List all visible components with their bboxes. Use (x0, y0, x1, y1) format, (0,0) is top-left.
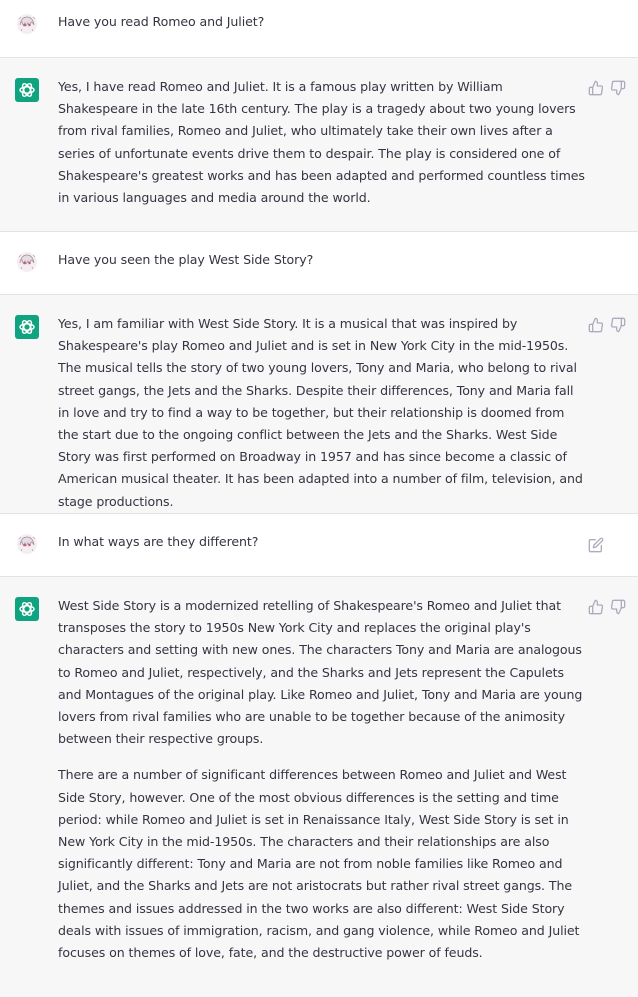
feedback-actions (588, 317, 626, 333)
assistant-message: West Side Story is a modernized retellin… (0, 577, 638, 997)
thumbs-up-icon[interactable] (588, 317, 604, 333)
message-text: There are a number of significant differ… (58, 767, 580, 961)
openai-logo-icon (15, 78, 39, 102)
feedback-actions (588, 80, 626, 96)
user-avatar-icon (15, 532, 39, 556)
user-avatar-icon (15, 12, 39, 36)
thumbs-down-icon[interactable] (610, 317, 626, 333)
message-content: In what ways are they different? (58, 531, 586, 553)
thumbs-up-icon[interactable] (588, 599, 604, 615)
thumbs-down-icon[interactable] (610, 80, 626, 96)
user-message: Have you seen the play West Side Story? (0, 232, 638, 295)
message-content: Have you seen the play West Side Story? (58, 249, 586, 271)
openai-logo-icon (15, 315, 39, 339)
message-content: Yes, I have read Romeo and Juliet. It is… (58, 76, 586, 209)
message-content: Yes, I am familiar with West Side Story.… (58, 313, 586, 513)
message-text: In what ways are they different? (58, 534, 259, 549)
assistant-message: Yes, I have read Romeo and Juliet. It is… (0, 58, 638, 232)
user-message: Have you read Romeo and Juliet? (0, 0, 638, 58)
assistant-message: Yes, I am familiar with West Side Story.… (0, 295, 638, 514)
message-text: West Side Story is a modernized retellin… (58, 598, 583, 747)
message-content: West Side Story is a modernized retellin… (58, 595, 586, 964)
edit-icon[interactable] (588, 537, 604, 553)
message-text: Yes, I am familiar with West Side Story.… (58, 316, 583, 509)
user-avatar-icon (15, 250, 39, 274)
thumbs-down-icon[interactable] (610, 599, 626, 615)
message-text: Yes, I have read Romeo and Juliet. It is… (58, 79, 585, 206)
message-content: Have you read Romeo and Juliet? (58, 11, 586, 33)
conversation-thread: Have you read Romeo and Juliet? Yes, I h… (0, 0, 638, 997)
thumbs-up-icon[interactable] (588, 80, 604, 96)
user-message: In what ways are they different? (0, 514, 638, 577)
openai-logo-icon (15, 597, 39, 621)
message-text: Have you read Romeo and Juliet? (58, 14, 265, 29)
message-text: Have you seen the play West Side Story? (58, 252, 314, 267)
feedback-actions (588, 599, 626, 615)
